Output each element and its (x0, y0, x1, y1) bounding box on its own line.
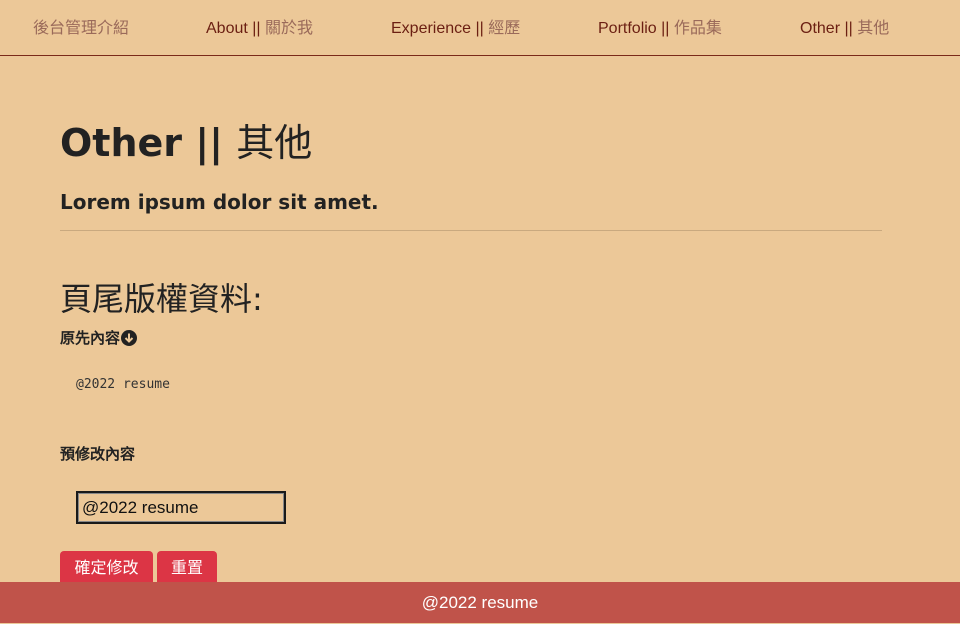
nav-about-en: About || (206, 20, 266, 37)
section-title: 頁尾版權資料: (60, 280, 263, 318)
modify-content-label: 預修改內容 (60, 445, 136, 463)
nav-about-zh: 關於我 (265, 20, 314, 37)
nav-other-link[interactable]: Other || 其他 (800, 14, 889, 38)
page-title: Other || 其他 (60, 112, 312, 167)
original-content-label: 原先內容 (60, 327, 138, 348)
nav-other-zh: 其他 (857, 20, 890, 37)
modify-content-input[interactable] (76, 491, 286, 524)
nav-experience-zh: 經歷 (488, 20, 521, 37)
nav-experience-link[interactable]: Experience || 經歷 (391, 14, 520, 38)
arrow-down-circle-icon (121, 329, 138, 346)
nav-portfolio-zh: 作品集 (673, 20, 722, 37)
top-navigation: 後台管理介紹 About || 關於我 Experience || 經歷 Por… (0, 0, 960, 56)
nav-portfolio-link[interactable]: Portfolio || 作品集 (598, 14, 722, 38)
footer-text: @2022 resume (421, 593, 539, 612)
nav-about-link[interactable]: About || 關於我 (206, 14, 313, 38)
page-title-en: Other || (60, 121, 237, 165)
page-title-zh: 其他 (236, 121, 313, 165)
nav-other-en: Other || (800, 20, 858, 37)
nav-brand-link[interactable]: 後台管理介紹 (33, 14, 129, 38)
divider (60, 230, 882, 231)
original-content-value: @2022 resume (76, 377, 170, 392)
nav-experience-en: Experience || (391, 20, 489, 37)
lead-text: Lorem ipsum dolor sit amet. (60, 190, 379, 214)
nav-portfolio-en: Portfolio || (598, 20, 674, 37)
footer: @2022 resume (0, 582, 960, 623)
original-content-label-text: 原先內容 (60, 329, 121, 347)
